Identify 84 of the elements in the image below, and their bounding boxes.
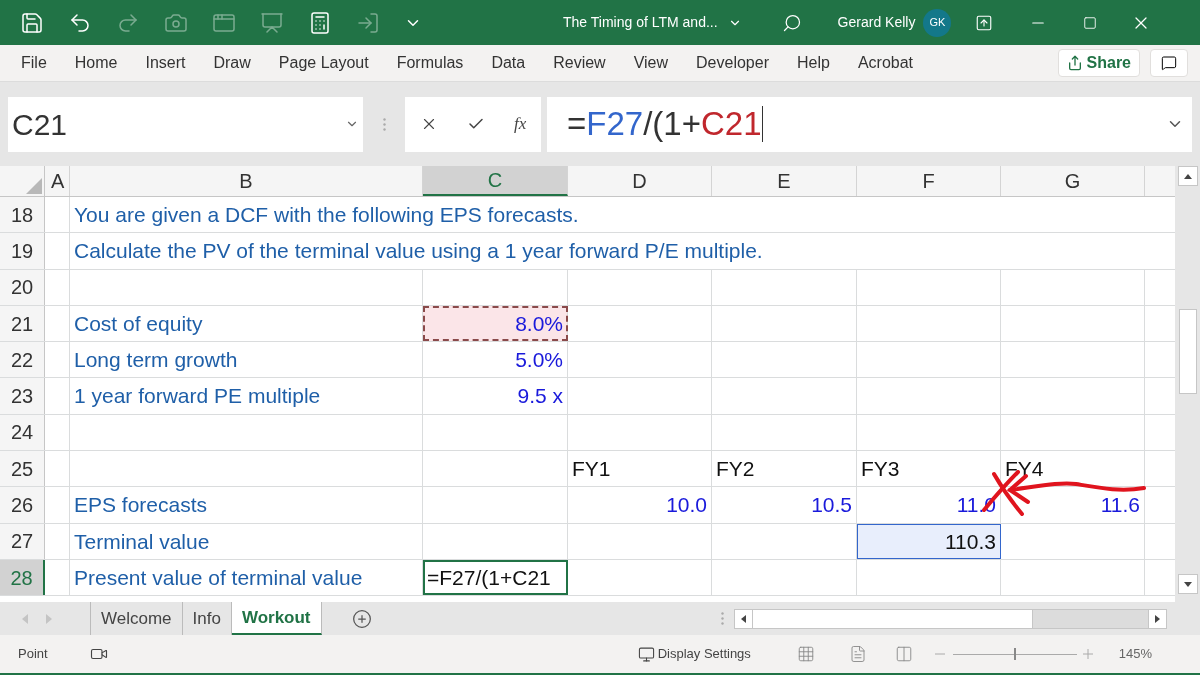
table-cell: 10.5 — [712, 487, 857, 523]
row-header[interactable]: 25 — [0, 451, 45, 487]
ribbon-tab[interactable]: Review — [540, 51, 619, 75]
vertical-scrollbar[interactable] — [1175, 166, 1200, 602]
ribbon-tab[interactable]: Page Layout — [265, 51, 382, 75]
scroll-up-icon[interactable] — [1183, 173, 1192, 179]
table-cell: 9.5 x — [423, 378, 568, 414]
ribbon-tab[interactable]: Home — [61, 51, 131, 75]
table-cell: FY3 — [857, 451, 1001, 487]
share-button[interactable]: Share — [1057, 49, 1140, 77]
table-cell: Terminal value — [70, 523, 423, 559]
formula-field[interactable]: =F27/(1+C21 — [547, 96, 1192, 152]
comment-icon — [1161, 55, 1177, 71]
display-settings-button[interactable]: Display Settings — [637, 644, 751, 664]
row-header[interactable]: 20 — [0, 269, 45, 305]
grip-icon — [382, 117, 386, 131]
search-icon[interactable] — [781, 12, 802, 33]
scroll-right-icon[interactable] — [1154, 614, 1160, 623]
scroll-down-icon[interactable] — [1183, 581, 1192, 587]
table-cell: 5.0% — [423, 342, 568, 378]
column-header[interactable]: A — [45, 166, 70, 196]
sheet-tab[interactable]: Workout — [231, 602, 322, 635]
table-cell: Long term growth — [70, 342, 423, 378]
table-cell-text: You are given a DCF with the following EPS forecasts. — [73, 201, 580, 228]
table-cell: FY2 — [712, 451, 857, 487]
table-cell: EPS forecasts — [70, 487, 423, 523]
table-cell-text: Calculate the PV of the terminal value using a 1 year forward P/E multiple. — [73, 238, 764, 265]
ribbon-tab[interactable]: View — [620, 51, 682, 75]
ribbon-tab[interactable]: Help — [783, 51, 843, 75]
column-header[interactable]: D — [568, 166, 712, 196]
row-header[interactable]: 22 — [0, 342, 45, 378]
user-name[interactable]: Gerard Kelly — [837, 12, 916, 33]
page-break-icon[interactable] — [894, 645, 913, 663]
row-header[interactable]: 28 — [0, 559, 45, 596]
ribbon-tab[interactable]: Acrobat — [844, 51, 926, 75]
ribbon-tab[interactable]: File — [8, 51, 60, 75]
ribbon-tab[interactable]: Insert — [132, 51, 199, 75]
row-header[interactable]: 21 — [0, 305, 45, 342]
save-icon[interactable] — [20, 10, 44, 35]
ribbon-tab[interactable]: Draw — [200, 51, 264, 75]
name-box[interactable]: C21 — [8, 96, 363, 152]
table-cell: 1 year forward PE multiple — [70, 378, 423, 414]
ribbon-tab[interactable]: Formulas — [383, 51, 477, 75]
row-header[interactable]: 18 — [0, 197, 45, 233]
ribbon-tab[interactable]: Data — [478, 51, 539, 75]
maximize-icon[interactable] — [1083, 15, 1098, 30]
row-header[interactable]: 24 — [0, 414, 45, 451]
column-header[interactable]: E — [712, 166, 857, 196]
scroll-thumb[interactable] — [752, 609, 1033, 628]
column-header[interactable]: C — [423, 166, 568, 196]
share-icon — [1066, 55, 1083, 71]
page-layout-icon[interactable] — [848, 645, 867, 663]
monitor-icon — [637, 645, 655, 663]
ribbon-tab[interactable]: Developer — [683, 51, 782, 75]
zoom-level[interactable]: 145% — [1118, 644, 1153, 664]
table-cell: 8.0% — [423, 305, 568, 342]
grip-icon — [720, 612, 724, 625]
status-mode: Point — [18, 645, 48, 664]
table-cell: FY1 — [568, 451, 712, 487]
window-title[interactable]: The Timing of LTM and... — [563, 12, 718, 33]
table-cell: FY4 — [1001, 451, 1145, 487]
horizontal-scrollbar[interactable] — [733, 608, 1167, 629]
table-cell: 110.3 — [857, 523, 1001, 559]
column-header[interactable]: G — [1001, 166, 1145, 196]
table-cell: 10.0 — [568, 487, 712, 523]
row-header[interactable]: 23 — [0, 378, 45, 414]
zoom-slider[interactable] — [952, 648, 1077, 660]
select-all-icon[interactable] — [26, 178, 42, 194]
scroll-left-icon[interactable] — [740, 614, 746, 623]
add-sheet-icon[interactable] — [351, 608, 372, 629]
calculator-icon[interactable] — [308, 10, 332, 35]
normal-view-icon[interactable] — [796, 645, 815, 663]
row-header[interactable]: 26 — [0, 487, 45, 523]
row-header[interactable]: 19 — [0, 233, 45, 269]
row-header[interactable]: 27 — [0, 523, 45, 559]
comments-button[interactable] — [1150, 49, 1188, 77]
zoom-slider-thumb[interactable] — [1013, 648, 1016, 660]
user-avatar[interactable]: GK — [923, 8, 952, 37]
ribbon-display-icon[interactable] — [975, 13, 994, 32]
insert-function-button[interactable]: fx — [514, 111, 527, 137]
table-cell: =F27/(1+C21 — [423, 559, 568, 596]
column-header[interactable]: F — [857, 166, 1001, 196]
table-cell: 11.6 — [1001, 487, 1145, 523]
scroll-thumb[interactable] — [1178, 309, 1197, 394]
